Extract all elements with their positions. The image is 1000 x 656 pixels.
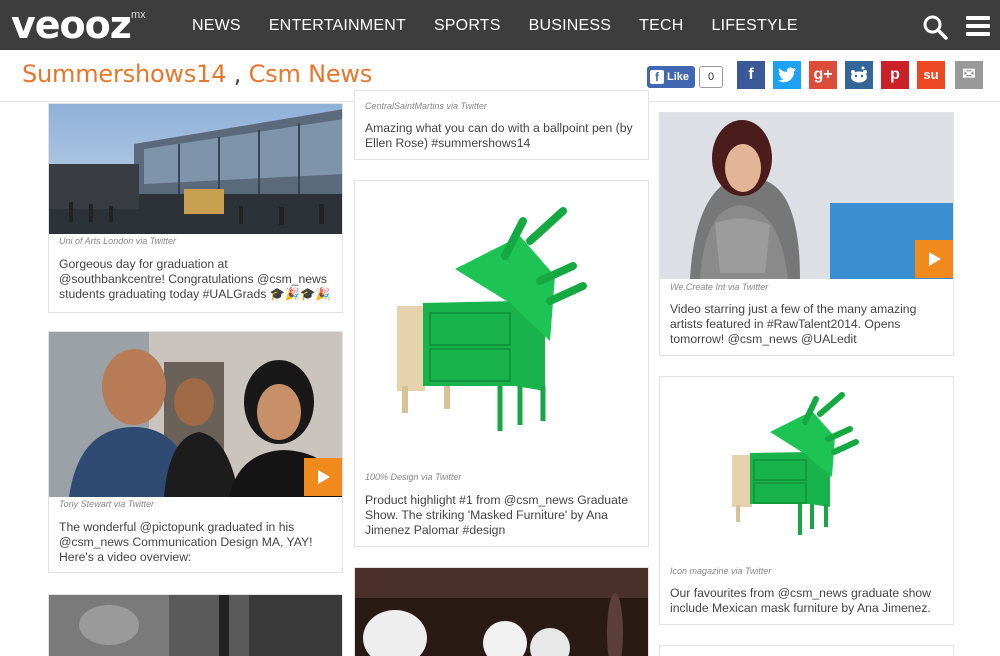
news-card[interactable]: [659, 645, 954, 656]
news-card[interactable]: We.Create Int via Twitter Video starring…: [659, 112, 954, 356]
graduation-video-thumbnail: [49, 332, 342, 497]
share-twitter-button[interactable]: [773, 61, 801, 89]
nav-business[interactable]: BUSINESS: [529, 0, 612, 50]
play-video-button[interactable]: [304, 458, 342, 496]
share-facebook-button[interactable]: f: [737, 61, 765, 89]
news-card[interactable]: Icon magazine via Twitter Our favourites…: [659, 376, 954, 625]
title-separator: ,: [226, 60, 249, 88]
southbank-centre-photo: [49, 104, 342, 234]
share-google-plus-button[interactable]: g+: [809, 61, 837, 89]
card-caption: Our favourites from @csm_news graduate s…: [670, 586, 931, 615]
card-caption: Product highlight #1 from @csm_news Grad…: [365, 493, 629, 537]
share-pinterest-button[interactable]: p: [881, 61, 909, 89]
top-navigation-bar: veooz mx NEWS ENTERTAINMENT SPORTS BUSIN…: [0, 0, 1000, 50]
card-caption: Gorgeous day for graduation at @southban…: [59, 257, 331, 301]
card-caption: Video starring just a few of the many am…: [670, 302, 917, 346]
google-plus-icon: g+: [813, 66, 833, 83]
card-source: We.Create Int via Twitter: [670, 282, 769, 292]
topic-csm-news[interactable]: Csm News: [249, 60, 373, 88]
play-video-button[interactable]: [915, 240, 953, 278]
news-card[interactable]: Tony Stewart via Twitter The wonderful @…: [48, 331, 343, 573]
share-email-button[interactable]: ✉: [955, 61, 983, 89]
masked-furniture-photo: [355, 181, 648, 461]
email-icon: ✉: [962, 66, 976, 83]
like-count: 0: [699, 66, 723, 88]
topic-summershows14[interactable]: Summershows14: [22, 60, 227, 88]
news-card[interactable]: Uni of Arts London via Twitter Gorgeous …: [48, 103, 343, 313]
mexican-mask-furniture-photo: [660, 377, 953, 562]
region-label: mx: [131, 9, 146, 21]
like-label: Like: [667, 71, 690, 83]
news-card[interactable]: [354, 567, 649, 656]
card-caption: The wonderful @pictopunk graduated in hi…: [59, 520, 313, 564]
facebook-like-button[interactable]: f Like: [647, 66, 695, 88]
card-source: CentralSaintMartins via Twitter: [365, 101, 487, 111]
nav-entertainment[interactable]: ENTERTAINMENT: [269, 0, 406, 50]
card-source: 100% Design via Twitter: [365, 472, 462, 482]
facebook-icon: f: [748, 66, 754, 83]
reddit-icon: [851, 66, 867, 83]
share-stumbleupon-button[interactable]: su: [917, 61, 945, 89]
raw-talent-video-thumbnail: [660, 113, 953, 279]
veooz-logo[interactable]: veooz: [11, 3, 132, 47]
hamburger-menu-icon[interactable]: [966, 16, 990, 36]
pinterest-icon: p: [890, 66, 900, 83]
card-source: Tony Stewart via Twitter: [59, 499, 155, 509]
search-icon[interactable]: [922, 14, 948, 40]
black-and-white-photo: [49, 595, 342, 656]
news-card[interactable]: CentralSaintMartins via Twitter Amazing …: [354, 90, 649, 160]
share-reddit-button[interactable]: [845, 61, 873, 89]
main-nav: NEWS ENTERTAINMENT SPORTS BUSINESS TECH …: [192, 0, 826, 50]
page-title: Summershows14 , Csm News: [22, 60, 372, 88]
card-source: Icon magazine via Twitter: [670, 566, 772, 576]
nav-news[interactable]: NEWS: [192, 0, 241, 50]
card-source: Uni of Arts London via Twitter: [59, 236, 177, 246]
nav-lifestyle[interactable]: LIFESTYLE: [712, 0, 798, 50]
twitter-icon: [778, 67, 796, 83]
nav-tech[interactable]: TECH: [639, 0, 683, 50]
nav-sports[interactable]: SPORTS: [434, 0, 501, 50]
stumbleupon-icon: su: [923, 67, 939, 82]
news-card[interactable]: 100% Design via Twitter Product highligh…: [354, 180, 649, 547]
white-sculpture-photo: [355, 568, 648, 656]
facebook-icon: f: [650, 70, 664, 84]
news-card[interactable]: [48, 594, 343, 656]
card-caption: Amazing what you can do with a ballpoint…: [365, 121, 633, 150]
